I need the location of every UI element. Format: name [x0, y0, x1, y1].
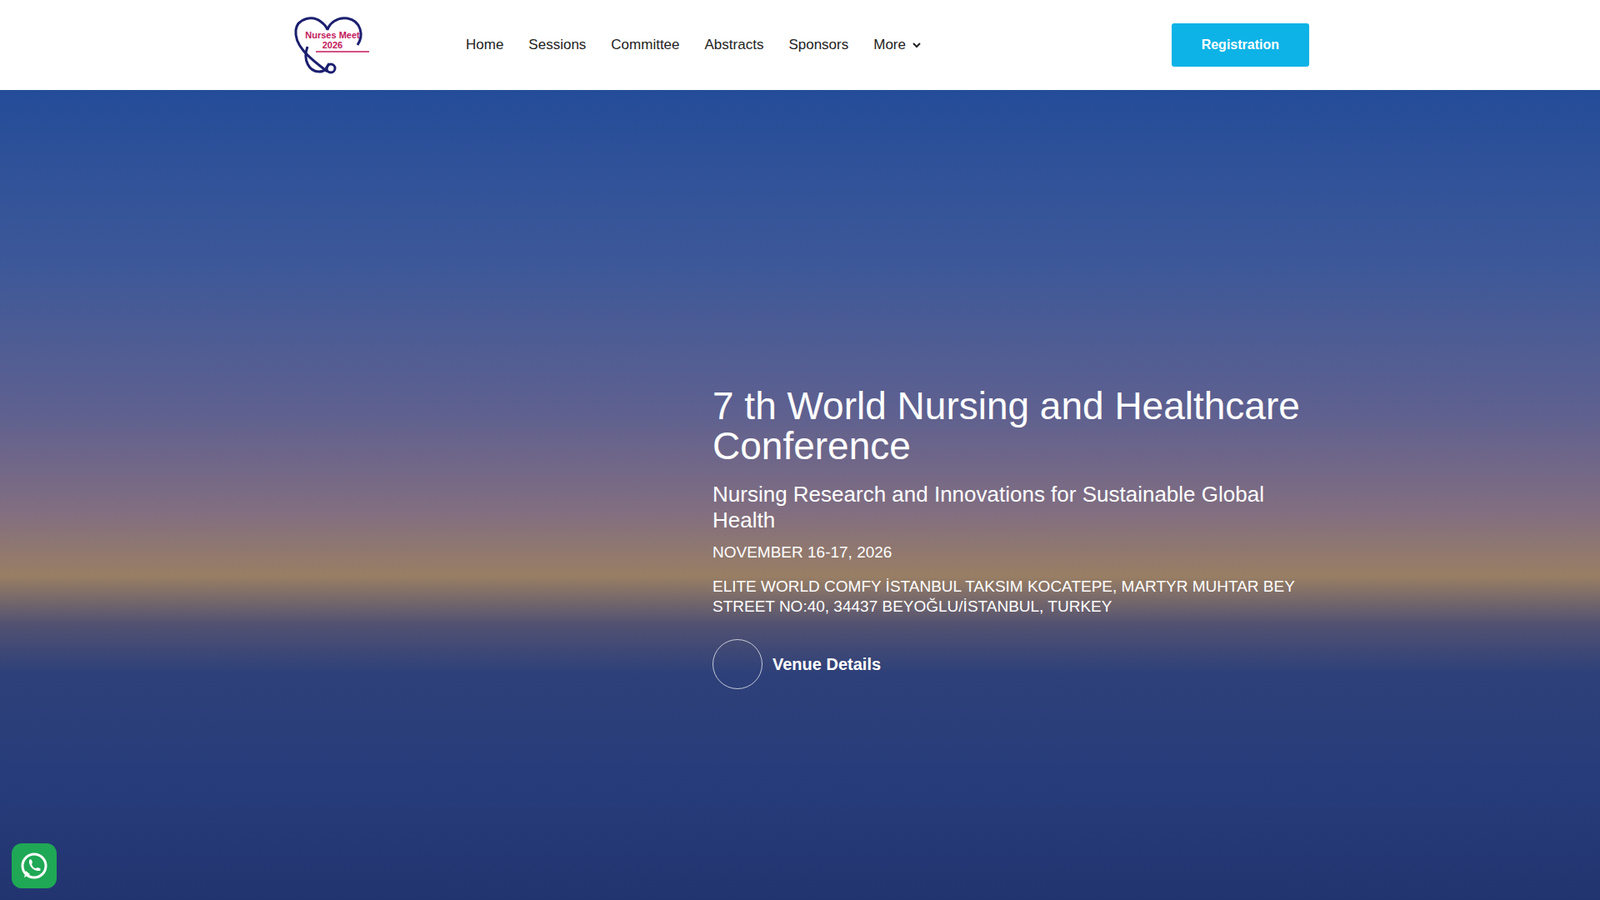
whatsapp-button[interactable] — [11, 843, 57, 889]
whatsapp-icon — [17, 849, 51, 883]
ring-icon — [712, 639, 763, 690]
event-date: NOVEMBER 16-17, 2026 — [712, 543, 1310, 562]
hero-subtitle: Nursing Research and Innovations for Sus… — [712, 481, 1310, 534]
chevron-down-icon — [910, 39, 923, 51]
registration-button[interactable]: Registration — [1171, 23, 1310, 67]
page: Nurses Meet2026 Home Sessions Committee Abst… — [0, 0, 1600, 900]
main-nav: Home Sessions Committee Abstracts Sponsors Mo… — [465, 36, 1172, 54]
nav-item[interactable]: Abstracts — [705, 36, 765, 54]
nav-item[interactable]: Committee — [610, 36, 680, 54]
logo-heart-icon: Nurses Meet2026 — [290, 13, 371, 77]
svg-text:Nurses Meet: Nurses Meet — [305, 30, 360, 40]
hero-title: 7 th World Nursing and Healthcare Confer… — [712, 385, 1310, 467]
venue-details-button[interactable]: Venue Details — [712, 639, 1310, 690]
event-venue: ELITE WORLD COMFY İSTANBUL TAKSIM KOCATE… — [712, 576, 1310, 617]
nav-item[interactable]: Sessions — [528, 36, 586, 54]
nav-item[interactable]: Home — [465, 36, 504, 54]
hero-content: 7 th World Nursing and Healthcare Confer… — [712, 385, 1310, 690]
hero: 7 th World Nursing and Healthcare Confer… — [0, 90, 1600, 900]
nav-item[interactable]: More — [873, 36, 923, 54]
svg-text:2026: 2026 — [322, 40, 343, 50]
nav-item[interactable]: Sponsors — [788, 36, 849, 54]
header: Nurses Meet2026 Home Sessions Committee Abst… — [0, 0, 1600, 90]
logo[interactable]: Nurses Meet2026 — [290, 13, 466, 77]
